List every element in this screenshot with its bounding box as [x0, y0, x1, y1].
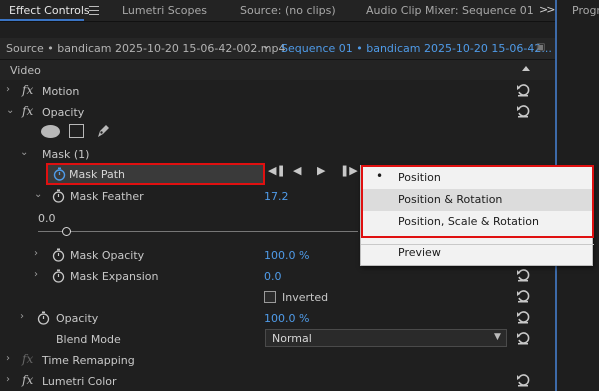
- active-tab-underline: [0, 19, 84, 21]
- tab-effect-controls[interactable]: Effect Controls: [9, 4, 90, 17]
- track-selected-forward-icon[interactable]: ❚▶: [340, 164, 358, 177]
- effect-label-opacity: Opacity: [42, 106, 85, 119]
- fx-icon[interactable]: fx: [22, 83, 33, 97]
- inverted-row: Inverted: [0, 287, 555, 308]
- reset-icon[interactable]: [516, 289, 530, 303]
- effect-row-motion[interactable]: › fx Motion: [0, 81, 555, 102]
- reset-icon[interactable]: [516, 373, 530, 387]
- chevron-down-icon[interactable]: ⌄: [262, 41, 270, 52]
- panel-tab-bar: Effect Controls Lumetri Scopes Source: (…: [0, 0, 599, 22]
- effect-row-opacity[interactable]: ⌄ fx Opacity: [0, 102, 555, 123]
- fx-icon[interactable]: fx: [22, 104, 33, 118]
- tab-program[interactable]: Progr: [572, 4, 599, 17]
- track-forward-icon[interactable]: ▶: [317, 164, 325, 177]
- tab-lumetri-scopes[interactable]: Lumetri Scopes: [122, 4, 207, 17]
- panel-menu-icon[interactable]: [89, 6, 99, 15]
- source-sequence-bar: Source • bandicam 2025-10-20 15-06-42-00…: [0, 38, 555, 60]
- chevron-right-icon[interactable]: ›: [34, 269, 38, 280]
- reset-icon[interactable]: [516, 104, 530, 118]
- chevron-down-icon: ▼: [494, 332, 501, 342]
- pen-mask-icon[interactable]: [95, 122, 111, 139]
- track-selected-backward-icon[interactable]: ◀❚: [268, 164, 286, 177]
- video-section-header: Video: [0, 60, 555, 80]
- opacity-param-value[interactable]: 100.0 %: [264, 312, 309, 325]
- chevron-right-icon[interactable]: ›: [6, 374, 10, 385]
- tabs-overflow-icon[interactable]: >>: [539, 3, 556, 16]
- effect-row-time-remapping[interactable]: › fx Time Remapping: [0, 350, 555, 371]
- stopwatch-icon[interactable]: [52, 248, 65, 262]
- stopwatch-icon[interactable]: [37, 311, 50, 325]
- menu-item-position-scale-rotation[interactable]: Position, Scale & Rotation: [361, 211, 594, 233]
- chevron-down-icon[interactable]: ⌄: [20, 147, 28, 158]
- collapse-up-icon[interactable]: [522, 66, 530, 71]
- stopwatch-icon[interactable]: [52, 269, 65, 283]
- source-clip-label[interactable]: Source • bandicam 2025-10-20 15-06-42-00…: [6, 42, 286, 55]
- mask-feather-slider-knob[interactable]: [62, 227, 71, 236]
- chevron-right-icon[interactable]: ›: [20, 311, 24, 322]
- mask-track-controls: ◀❚ ◀ ▶ ❚▶: [268, 164, 358, 180]
- effect-label-time-remapping: Time Remapping: [42, 354, 135, 367]
- reset-icon[interactable]: [516, 310, 530, 324]
- effect-label-motion: Motion: [42, 85, 80, 98]
- tab-source[interactable]: Source: (no clips): [240, 4, 336, 17]
- blend-mode-select[interactable]: Normal ▼: [265, 329, 507, 347]
- menu-item-position-rotation[interactable]: Position & Rotation: [361, 189, 594, 211]
- fx-icon[interactable]: fx: [22, 373, 33, 387]
- mask-expansion-row[interactable]: › Mask Expansion 0.0: [0, 266, 555, 287]
- slider-min-label: 0.0: [38, 212, 56, 225]
- mask-opacity-value[interactable]: 100.0 %: [264, 249, 309, 262]
- menu-item-label: Position: [398, 171, 441, 184]
- menu-item-label: Position & Rotation: [398, 193, 503, 206]
- reset-icon[interactable]: [516, 331, 530, 345]
- selected-bullet-icon: •: [376, 169, 384, 183]
- stopwatch-icon[interactable]: [53, 167, 66, 181]
- blend-mode-label: Blend Mode: [56, 333, 121, 346]
- chevron-down-icon[interactable]: ⌄: [34, 189, 42, 200]
- ellipse-mask-icon[interactable]: [41, 125, 60, 138]
- mask-expansion-label: Mask Expansion: [70, 270, 159, 283]
- effect-row-lumetri-color[interactable]: › fx Lumetri Color: [0, 371, 555, 391]
- section-label: Video: [10, 64, 41, 77]
- stopwatch-icon[interactable]: [52, 189, 65, 203]
- mask-group-label: Mask (1): [42, 148, 90, 161]
- mask-feather-label: Mask Feather: [70, 190, 144, 203]
- mask-opacity-label: Mask Opacity: [70, 249, 145, 262]
- mask-path-label: Mask Path: [69, 168, 125, 181]
- mask-feather-value[interactable]: 17.2: [264, 190, 289, 203]
- fx-icon: fx: [22, 352, 34, 366]
- chevron-right-icon[interactable]: ›: [6, 84, 10, 95]
- rectangle-mask-icon[interactable]: [69, 124, 84, 138]
- mask-tracking-popup-menu: • Position Position & Rotation Position,…: [360, 165, 594, 266]
- sequence-clip-label[interactable]: Sequence 01 • bandicam 2025-10-20 15-06-…: [281, 42, 552, 55]
- menu-item-preview[interactable]: Preview: [361, 242, 594, 264]
- mask-feather-slider-track[interactable]: [38, 231, 358, 232]
- menu-item-label: Position, Scale & Rotation: [398, 215, 539, 228]
- chevron-right-icon[interactable]: ›: [6, 353, 10, 364]
- chevron-down-icon[interactable]: ⌄: [6, 105, 14, 116]
- opacity-param-label: Opacity: [56, 312, 99, 325]
- reset-icon[interactable]: [516, 268, 530, 282]
- menu-item-label: Preview: [398, 246, 441, 259]
- effect-label-lumetri-color: Lumetri Color: [42, 375, 117, 388]
- mask-expansion-value[interactable]: 0.0: [264, 270, 282, 283]
- blend-mode-value: Normal: [272, 332, 312, 345]
- chevron-right-icon[interactable]: ›: [34, 248, 38, 259]
- mask-path-row[interactable]: Mask Path: [46, 163, 265, 185]
- tab-audio-clip-mixer[interactable]: Audio Clip Mixer: Sequence 01: [366, 4, 534, 17]
- reset-icon[interactable]: [516, 83, 530, 97]
- grip-icon[interactable]: ▣: [536, 42, 545, 53]
- mask-group-row[interactable]: ⌄ Mask (1): [0, 144, 555, 165]
- opacity-param-row[interactable]: › Opacity 100.0 %: [0, 308, 555, 329]
- inverted-label: Inverted: [282, 291, 329, 304]
- menu-item-position[interactable]: • Position: [361, 167, 594, 189]
- track-backward-icon[interactable]: ◀: [293, 164, 301, 177]
